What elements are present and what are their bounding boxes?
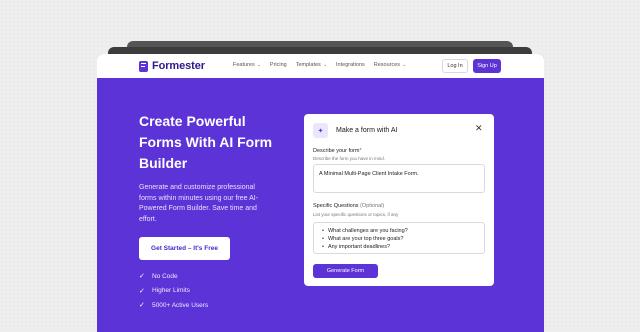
nav-item-label: Pricing xyxy=(269,62,287,68)
describe-form-hint: Describe the form you have in mind. xyxy=(313,156,386,161)
nav-item-pricing[interactable]: Pricing xyxy=(270,62,287,68)
specific-questions-label: Specific Questions (Optional) xyxy=(313,203,384,209)
feature-list: ✓ No Code ✓ Higher Limits ✓ 5000+ Active… xyxy=(139,269,208,313)
hero-description: Generate and customize professional form… xyxy=(139,184,259,223)
nav-item-resources[interactable]: Resources ⌄ xyxy=(374,62,407,68)
check-icon: ✓ xyxy=(139,273,145,281)
signup-button[interactable]: Sign Up xyxy=(473,59,501,73)
feature-item: ✓ 5000+ Active Users xyxy=(139,298,208,313)
get-started-button[interactable]: Get Started – It's Free xyxy=(139,237,230,260)
check-icon: ✓ xyxy=(139,302,145,310)
question-item: Any important deadlines? xyxy=(319,243,479,251)
nav-item-label: Integrations xyxy=(336,62,365,68)
card-title: Make a form with AI xyxy=(336,127,398,134)
brand-logo[interactable]: Formester xyxy=(139,60,205,72)
check-icon: ✓ xyxy=(139,287,145,295)
nav-item-label: Resources xyxy=(373,62,401,68)
nav-item-integrations[interactable]: Integrations xyxy=(336,62,365,68)
describe-form-input[interactable]: A Minimal Multi-Page Client Intake Form. xyxy=(313,164,485,193)
ai-sparkle-icon: ✦ xyxy=(313,123,328,138)
questions-label-text: Specific Questions xyxy=(313,203,359,209)
browser-window: Formester Features ⌄ Pricing Templates ⌄… xyxy=(97,54,544,332)
hero-title: Create Powerful Forms With AI Form Build… xyxy=(139,113,273,171)
feature-label: No Code xyxy=(152,272,178,280)
specific-questions-hint: List your specific questions or topics, … xyxy=(313,212,399,217)
feature-item: ✓ No Code xyxy=(139,269,208,284)
nav-menu: Features ⌄ Pricing Templates ⌄ Integrati… xyxy=(233,62,406,68)
login-button[interactable]: Log In xyxy=(442,59,468,73)
question-item: What are your top three goals? xyxy=(319,235,479,243)
nav-item-templates[interactable]: Templates ⌄ xyxy=(296,62,327,68)
feature-item: ✓ Higher Limits xyxy=(139,284,208,299)
describe-form-label: Describe your form* xyxy=(313,148,362,154)
chevron-down-icon: ⌄ xyxy=(256,62,261,68)
chevron-down-icon: ⌄ xyxy=(322,62,328,68)
generate-form-button[interactable]: Generate Form xyxy=(313,264,378,278)
feature-label: Higher Limits xyxy=(152,287,190,295)
optional-marker: (Optional) xyxy=(360,203,385,209)
nav-item-label: Templates xyxy=(295,62,321,68)
brand-name: Formester xyxy=(152,60,205,72)
required-marker: * xyxy=(359,148,362,154)
question-item: What challenges are you facing? xyxy=(319,227,479,235)
feature-label: 5000+ Active Users xyxy=(152,301,209,309)
top-nav: Formester Features ⌄ Pricing Templates ⌄… xyxy=(97,54,544,78)
close-icon[interactable]: ✕ xyxy=(475,123,483,134)
specific-questions-input[interactable]: What challenges are you facing? What are… xyxy=(313,222,485,254)
describe-label-text: Describe your form xyxy=(313,148,360,154)
formester-logo-icon xyxy=(139,60,148,72)
nav-item-features[interactable]: Features ⌄ xyxy=(233,62,261,68)
nav-item-label: Features xyxy=(233,62,255,68)
chevron-down-icon: ⌄ xyxy=(402,62,407,68)
ai-form-card: ✦ Make a form with AI ✕ Describe your fo… xyxy=(304,114,494,286)
